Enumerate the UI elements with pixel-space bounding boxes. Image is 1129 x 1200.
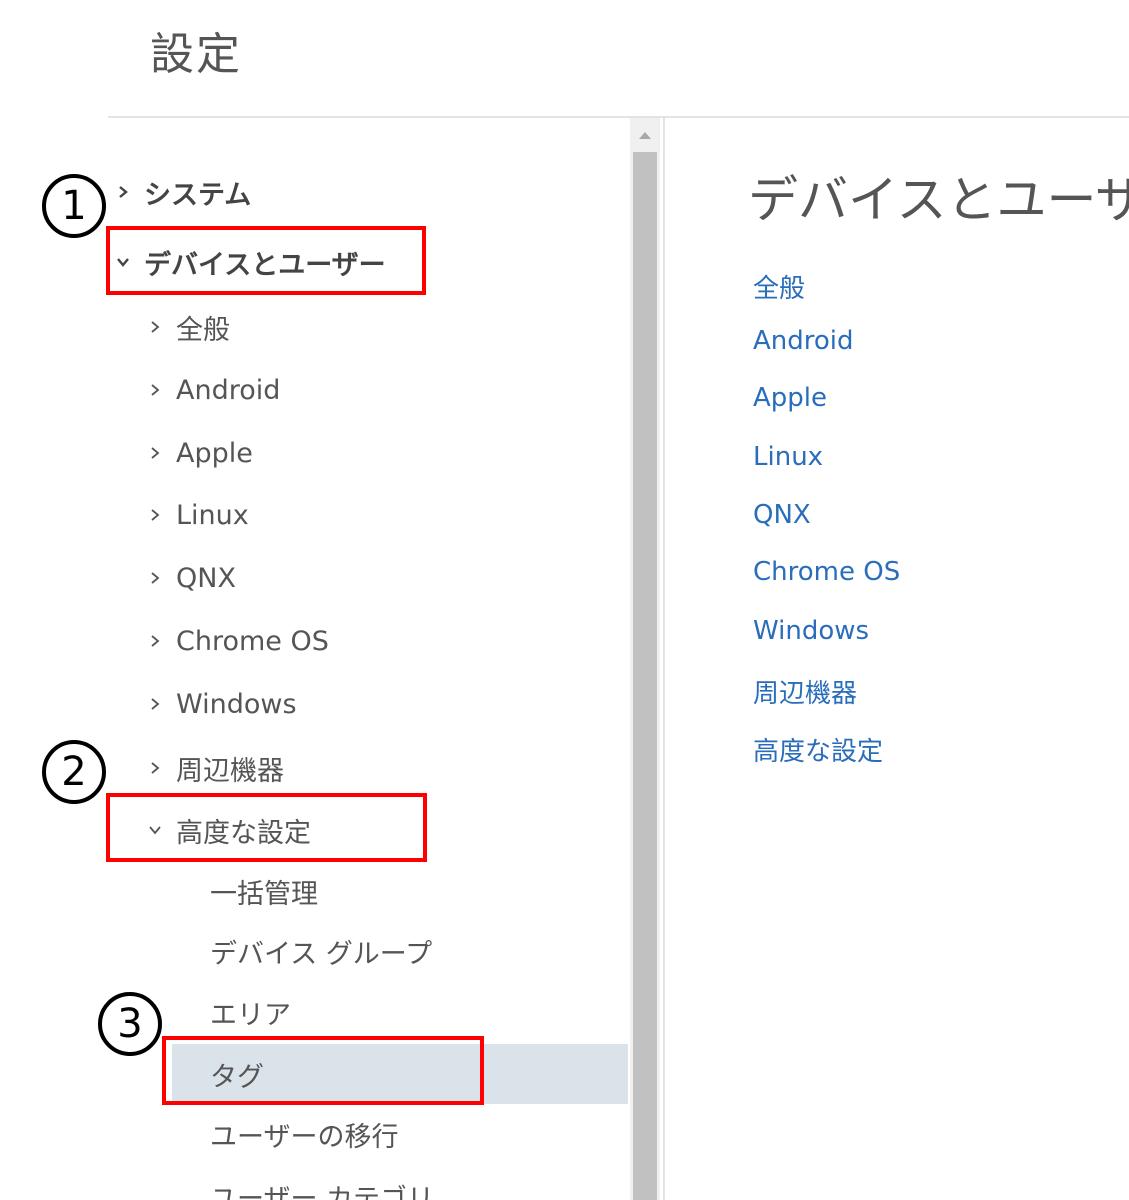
scroll-up-arrow-icon[interactable] [630, 118, 660, 152]
nav-item-user-categories[interactable]: ユーザー カテゴリ [210, 1168, 434, 1200]
nav-item-devices-and-users[interactable]: デバイスとユーザー [112, 234, 386, 290]
callout-number-1: 1 [42, 174, 106, 238]
callout-number-3: 3 [98, 992, 162, 1056]
nav-item-label: エリア [210, 999, 291, 1031]
nav-item-label: QNX [176, 562, 236, 594]
nav-item-label: Android [176, 374, 281, 406]
nav-item-tags[interactable]: タグ [172, 1044, 628, 1104]
chevron-right-icon [144, 567, 166, 589]
nav-item-label: 高度な設定 [176, 817, 311, 849]
content-link-apple[interactable]: Apple [753, 383, 827, 413]
settings-page: 設定 システム デバイスとユーザー 全般 Android Apple Linux… [0, 0, 1129, 1200]
nav-item-user-migration[interactable]: ユーザーの移行 [210, 1106, 398, 1162]
nav-item-linux[interactable]: Linux [144, 487, 249, 543]
page-title: 設定 [150, 29, 242, 80]
nav-item-label: ユーザーの移行 [210, 1121, 399, 1153]
content-link-android[interactable]: Android [753, 326, 854, 356]
nav-item-label: Linux [176, 499, 249, 531]
nav-item-label: ユーザー カテゴリ [210, 1183, 435, 1200]
content-link-qnx[interactable]: QNX [753, 500, 811, 530]
nav-item-label: Apple [176, 437, 253, 469]
nav-item-general[interactable]: 全般 [144, 299, 230, 355]
chevron-right-icon [144, 316, 166, 338]
content-link-linux[interactable]: Linux [753, 442, 823, 472]
nav-item-label: 全般 [176, 314, 230, 346]
nav-item-device-groups[interactable]: デバイス グループ [210, 923, 432, 979]
nav-item-label: Chrome OS [176, 625, 329, 657]
nav-item-system[interactable]: システム [112, 164, 251, 220]
nav-item-advanced-settings[interactable]: 高度な設定 [144, 802, 311, 858]
nav-item-peripherals[interactable]: 周辺機器 [144, 740, 284, 796]
chevron-right-icon [144, 693, 166, 715]
chevron-right-icon [112, 181, 134, 203]
nav-item-label: 一括管理 [210, 878, 318, 910]
content-link-advanced-settings[interactable]: 高度な設定 [753, 731, 883, 768]
nav-item-android[interactable]: Android [144, 362, 280, 418]
nav-item-label: タグ [210, 1061, 264, 1093]
scroll-thumb[interactable] [633, 152, 657, 1200]
nav-item-areas[interactable]: エリア [210, 984, 291, 1040]
nav-item-qnx[interactable]: QNX [144, 550, 236, 606]
callout-number-text: 1 [61, 183, 87, 229]
chevron-down-icon [144, 819, 166, 841]
nav-item-label: デバイスとユーザー [144, 249, 386, 281]
callout-number-2: 2 [42, 740, 106, 804]
chevron-right-icon [144, 504, 166, 526]
nav-item-label: システム [144, 179, 252, 211]
nav-item-label: 周辺機器 [176, 755, 284, 787]
content-link-windows[interactable]: Windows [753, 616, 869, 646]
callout-number-text: 2 [61, 749, 87, 795]
nav-item-label: デバイス グループ [210, 938, 433, 970]
pane-divider [663, 118, 665, 1200]
content-link-chrome-os[interactable]: Chrome OS [753, 557, 900, 587]
chevron-right-icon [144, 379, 166, 401]
nav-item-label: Windows [176, 688, 297, 720]
nav-scrollbar[interactable] [630, 118, 660, 1200]
nav-item-bulk-management[interactable]: 一括管理 [210, 863, 318, 919]
nav-item-apple[interactable]: Apple [144, 425, 253, 481]
content-title: デバイスとユーザー [748, 171, 1129, 229]
content-link-general[interactable]: 全般 [753, 268, 805, 305]
content-link-peripherals[interactable]: 周辺機器 [753, 673, 857, 710]
chevron-right-icon [144, 442, 166, 464]
nav-tree: システム デバイスとユーザー 全般 Android Apple Linux QN… [108, 118, 628, 1200]
nav-item-windows[interactable]: Windows [144, 676, 297, 732]
nav-item-chrome-os[interactable]: Chrome OS [144, 613, 329, 669]
chevron-right-icon [144, 757, 166, 779]
callout-number-text: 3 [117, 1001, 143, 1047]
chevron-down-icon [112, 251, 134, 273]
chevron-right-icon [144, 630, 166, 652]
